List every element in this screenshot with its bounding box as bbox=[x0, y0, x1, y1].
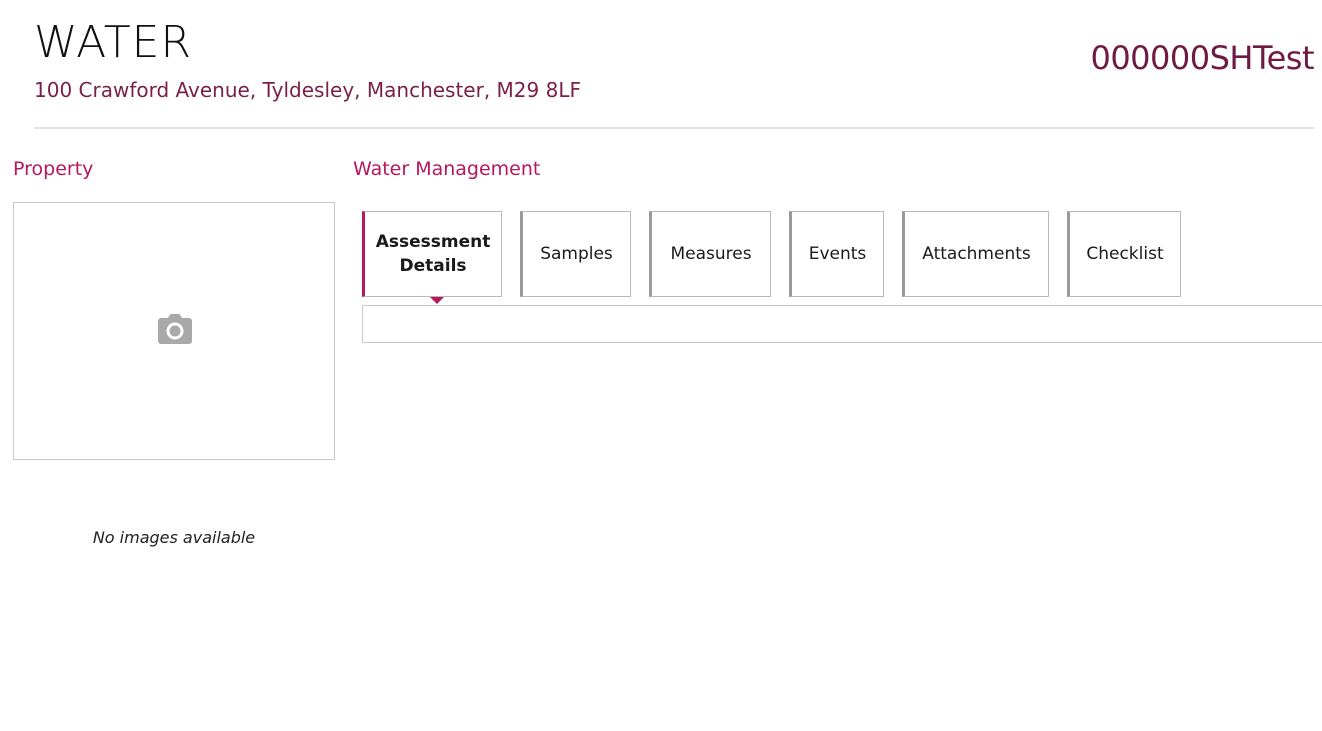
tab-label: Attachments bbox=[922, 244, 1031, 264]
tab-events[interactable]: Events bbox=[789, 211, 884, 297]
tab-checklist[interactable]: Checklist bbox=[1067, 211, 1181, 297]
water-management-heading: Water Management bbox=[353, 158, 541, 180]
tab-content-panel bbox=[362, 305, 1322, 343]
tab-label: Measures bbox=[670, 244, 752, 264]
camera-icon bbox=[158, 314, 192, 344]
tab-samples[interactable]: Samples bbox=[520, 211, 631, 297]
reference-code: 000000SHTest bbox=[1090, 39, 1314, 77]
header-divider bbox=[34, 127, 1315, 129]
page-title: WATER bbox=[34, 17, 193, 68]
property-address: 100 Crawford Avenue, Tyldesley, Manchest… bbox=[34, 78, 581, 102]
tab-label: Samples bbox=[540, 244, 613, 264]
property-heading: Property bbox=[13, 158, 94, 180]
tab-label: Assessment Details bbox=[375, 232, 491, 276]
tab-measures[interactable]: Measures bbox=[649, 211, 771, 297]
no-images-text: No images available bbox=[92, 528, 256, 547]
tab-label: Events bbox=[808, 244, 867, 264]
property-image-box[interactable] bbox=[13, 202, 335, 460]
tab-assessment-details[interactable]: Assessment Details bbox=[362, 211, 502, 304]
tab-attachments[interactable]: Attachments bbox=[902, 211, 1049, 297]
tab-label: Checklist bbox=[1086, 244, 1164, 264]
active-tab-pointer bbox=[430, 297, 444, 304]
